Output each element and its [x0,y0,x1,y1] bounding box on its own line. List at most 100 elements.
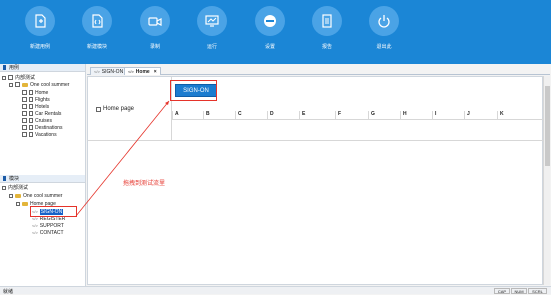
checkbox-icon[interactable] [22,104,27,109]
code-icon: </> [94,69,100,74]
checkbox-icon[interactable] [22,111,27,116]
settings-label: 设置 [264,44,275,50]
code-icon: </> [32,230,38,235]
pin-icon [3,65,6,70]
report-label: 报告 [321,44,332,50]
report-button[interactable]: 报告 [305,4,349,50]
expand-icon[interactable] [16,201,20,206]
drop-target-highlight [170,80,217,101]
new-module-icon [82,6,112,36]
column-header: B [203,111,235,119]
record-icon [140,6,170,36]
checkbox-icon[interactable] [15,82,20,87]
vertical-scrollbar[interactable] [543,76,550,285]
tree-node-suite[interactable]: One cool summer [9,192,62,199]
settings-icon [255,6,285,36]
run-button[interactable]: 运行 [190,4,234,50]
folder-icon [22,82,28,87]
page-icon [29,104,33,109]
tree-node-case[interactable]: Flights [22,96,50,103]
folder-icon [15,193,21,198]
column-header: E [299,111,335,119]
tree-node-case[interactable]: Destinations [22,124,63,131]
column-header: D [267,111,299,119]
checkbox-icon[interactable] [22,90,27,95]
exit-icon [369,6,399,36]
scroll-indicator: SCRL [528,288,547,294]
case-tree: 内部测试 One cool summer Home Flights Hotels… [0,72,85,172]
new-case-icon [25,6,55,36]
tree-node-case[interactable]: Vacations [22,131,57,138]
tab-sign-on[interactable]: </> SIGN-ON [90,67,128,75]
column-header: I [432,111,464,119]
tree-node-case[interactable]: Home [22,89,48,96]
page-icon [29,90,33,95]
exit-label: 退出此 [376,44,392,50]
checkbox-icon[interactable] [22,125,27,130]
code-icon: </> [32,223,38,228]
run-label: 运行 [206,44,217,50]
column-header: J [464,111,497,119]
close-icon[interactable]: × [154,69,157,75]
home-page-cell[interactable]: Home page [88,77,172,141]
tree-node-suite[interactable]: One cool summer [9,81,69,88]
page-icon [29,97,33,102]
tree-node-root[interactable]: 内部测试 [2,74,35,81]
tree-node-root[interactable]: 内部测试 [2,184,28,191]
column-header: F [335,111,368,119]
new-case-label: 新建用例 [29,44,50,50]
folder-icon [22,201,28,206]
code-icon: </> [128,69,134,74]
exit-button[interactable]: 退出此 [362,4,406,50]
status-bar: 就绪 CAP NUM SCRL [0,286,551,295]
checkbox-icon[interactable] [8,75,13,80]
tab-home[interactable]: </> Home × [124,67,161,75]
tree-node-module[interactable]: </> CONTACT [32,229,64,236]
expand-icon[interactable] [9,193,13,198]
module-tree: 内部测试 One cool summer Home page </> SIGN-O… [0,184,85,264]
page-icon [29,125,33,130]
page-icon [29,111,33,116]
checkbox-icon[interactable] [22,132,27,137]
drag-source-highlight [30,206,77,217]
main-toolbar: 新建用例 新建模块 录制 运行 设置 报告 退出此 [0,0,551,64]
tree-node-case[interactable]: Hotels [22,103,49,110]
page-icon [29,132,33,137]
cases-panel-title: 用例 [9,65,20,71]
column-header: H [400,111,432,119]
new-case-button[interactable]: 新建用例 [18,4,62,50]
new-module-button[interactable]: 新建模块 [75,4,119,50]
column-header: G [368,111,400,119]
run-icon [197,6,227,36]
tree-node-module[interactable]: </> SUPPORT [32,222,64,229]
tree-node-case[interactable]: Cruises [22,117,52,124]
column-header: A [172,111,203,119]
pin-icon [3,176,6,181]
checkbox-icon[interactable] [22,97,27,102]
checkbox-icon[interactable] [96,106,101,112]
num-indicator: NUM [511,288,527,294]
modules-panel-header: 模块 [0,175,85,183]
report-icon [312,6,342,36]
scrollbar-thumb[interactable] [545,86,550,166]
empty-row [172,119,544,127]
expand-icon[interactable] [2,75,6,80]
column-header-row: A B C D E F G H I J K [172,111,544,119]
modules-panel-title: 模块 [9,176,20,182]
expand-icon[interactable] [2,185,6,190]
expand-icon[interactable] [9,82,13,87]
new-module-label: 新建模块 [86,44,107,50]
caps-indicator: CAP [494,288,510,294]
cases-panel-header: 用例 [0,64,85,72]
left-pane: 用例 内部测试 One cool summer Home Flights Hot… [0,64,86,286]
tree-node-case[interactable]: Car Rentals [22,110,61,117]
record-button[interactable]: 录制 [133,4,177,50]
drag-instruction: 拖拽到测试流里 [123,181,166,187]
column-header: K [497,111,544,119]
editor-tabs: </> SIGN-ON </> Home × [87,67,550,75]
page-icon [29,118,33,123]
record-label: 录制 [149,44,160,50]
settings-button[interactable]: 设置 [248,4,292,50]
checkbox-icon[interactable] [22,118,27,123]
column-header: C [235,111,267,119]
